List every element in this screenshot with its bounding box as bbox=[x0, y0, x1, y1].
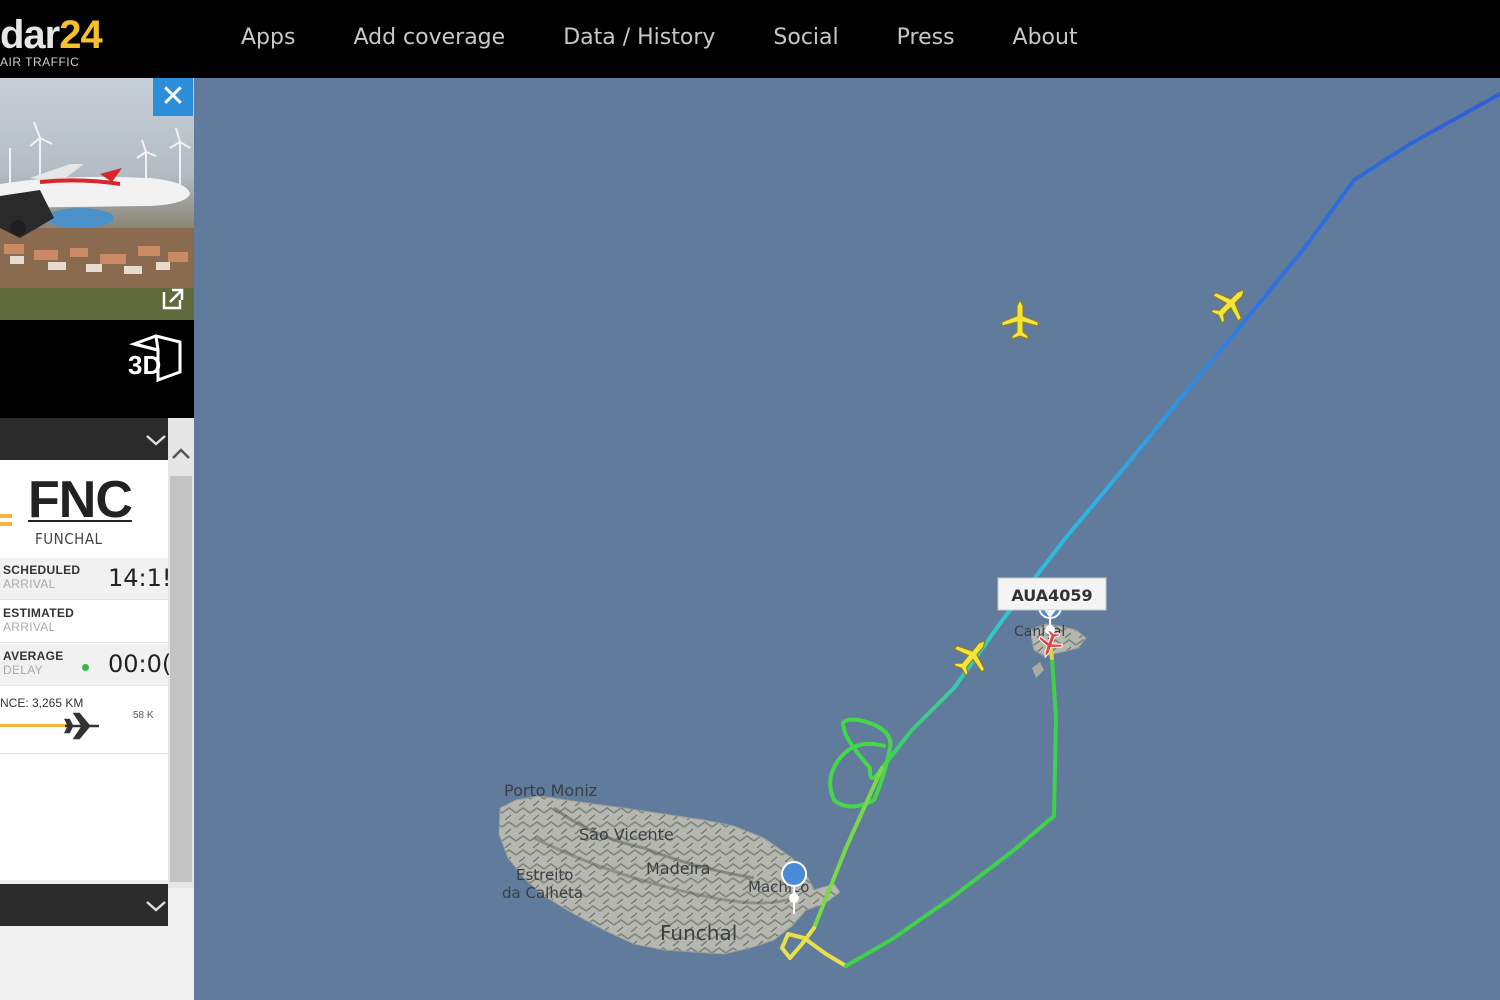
top-navigation-bar: dar24 AIR TRAFFIC Apps Add coverage Data… bbox=[0, 0, 1500, 78]
label-funchal: Funchal bbox=[660, 921, 737, 945]
nav-about[interactable]: About bbox=[984, 25, 1107, 50]
estimated-arrival-row: ESTIMATED ARRIVAL bbox=[0, 601, 168, 643]
panel-scrollbar[interactable] bbox=[168, 418, 194, 888]
flight-info-panel: ✕ 3D FNC FUNCHAL SCHEDULED ARRIVAL 14:1!… bbox=[0, 78, 194, 1000]
label-sao-vicente: São Vicente bbox=[579, 825, 674, 844]
delay-label: AVERAGE bbox=[3, 649, 64, 663]
delay-sublabel: DELAY bbox=[3, 663, 43, 677]
arrival-airport-code[interactable]: FNC bbox=[28, 470, 133, 530]
section-header-flight[interactable] bbox=[0, 418, 168, 460]
chevron-down-icon bbox=[146, 435, 166, 446]
scheduled-arrival-row: SCHEDULED ARRIVAL 14:1! bbox=[0, 558, 172, 600]
average-delay-row: AVERAGE DELAY 00:0( bbox=[0, 644, 172, 686]
arrival-airport-city: FUNCHAL bbox=[35, 530, 103, 548]
map-canvas: Porto Moniz São Vicente Madeira Machico … bbox=[498, 92, 1500, 968]
view-3d-button[interactable]: 3D bbox=[126, 332, 182, 382]
external-link-icon[interactable] bbox=[160, 286, 186, 312]
arrival-info: FNC FUNCHAL SCHEDULED ARRIVAL 14:1! ESTI… bbox=[0, 460, 172, 880]
close-icon: ✕ bbox=[160, 80, 186, 113]
nav-apps[interactable]: Apps bbox=[212, 25, 324, 50]
flight-callsign: AUA4059 bbox=[1011, 586, 1092, 605]
nav-press[interactable]: Press bbox=[868, 25, 984, 50]
scheduled-sublabel: ARRIVAL bbox=[3, 577, 56, 591]
nav-data-history[interactable]: Data / History bbox=[534, 25, 744, 50]
average-delay-value: 00:0( bbox=[108, 650, 172, 678]
label-porto-moniz: Porto Moniz bbox=[504, 781, 597, 800]
panel-footer bbox=[0, 926, 194, 1000]
nav-add-coverage[interactable]: Add coverage bbox=[324, 25, 534, 50]
scrollbar-thumb[interactable] bbox=[170, 476, 192, 882]
distance-progress-bar bbox=[0, 724, 67, 727]
flight-track[interactable] bbox=[780, 92, 1500, 968]
distance-remaining: 58 K bbox=[133, 710, 154, 721]
logo-wordmark: dar24 bbox=[0, 13, 103, 57]
view-3d-label: 3D bbox=[128, 350, 161, 380]
arrival-arrow-icon bbox=[0, 514, 12, 526]
section-header-aircraft[interactable] bbox=[0, 884, 168, 926]
flight-callsign-tag[interactable]: AUA4059 bbox=[997, 577, 1107, 618]
flight-map[interactable]: Porto Moniz São Vicente Madeira Machico … bbox=[194, 78, 1500, 1000]
chevron-up-icon[interactable] bbox=[168, 438, 194, 468]
chevron-down-icon bbox=[146, 901, 166, 912]
nav-social[interactable]: Social bbox=[744, 25, 867, 50]
aircraft-icon[interactable] bbox=[1204, 277, 1257, 330]
main-nav: Apps Add coverage Data / History Social … bbox=[212, 0, 1107, 74]
aircraft-icon[interactable] bbox=[1001, 298, 1039, 340]
distance-progress: NCE: 3,265 KM 58 K bbox=[0, 688, 168, 754]
label-madeira: Madeira bbox=[646, 859, 710, 878]
delay-status-dot bbox=[82, 664, 89, 671]
estimated-label: ESTIMATED bbox=[3, 606, 75, 620]
view-3d-bar: 3D bbox=[0, 320, 194, 418]
progress-plane-icon bbox=[63, 712, 99, 740]
estimated-sublabel: ARRIVAL bbox=[3, 620, 56, 634]
scheduled-label: SCHEDULED bbox=[3, 563, 81, 577]
aircraft-photo[interactable]: ✕ bbox=[0, 78, 194, 320]
flightradar-logo[interactable]: dar24 AIR TRAFFIC bbox=[0, 10, 110, 70]
label-estreito: Estreito bbox=[516, 866, 573, 884]
logo-tagline: AIR TRAFFIC bbox=[0, 55, 80, 69]
close-panel-button[interactable]: ✕ bbox=[153, 78, 193, 116]
label-da-calheta: da Calheta bbox=[502, 884, 583, 902]
scheduled-arrival-time: 14:1! bbox=[108, 564, 172, 592]
distance-label: NCE: 3,265 KM bbox=[0, 696, 84, 710]
